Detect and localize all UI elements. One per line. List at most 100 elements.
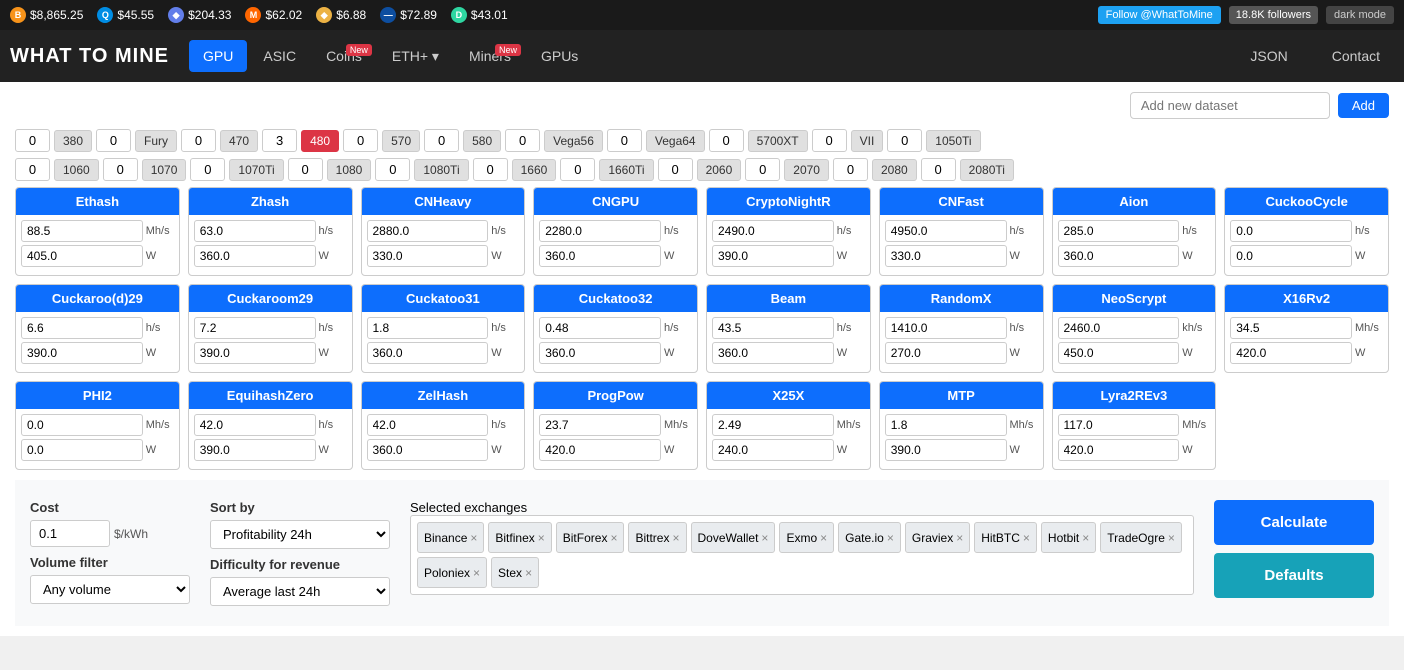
gpu-label[interactable]: 2080Ti	[960, 159, 1014, 181]
gpu-count-input[interactable]	[288, 158, 323, 181]
difficulty-select[interactable]: Average last 24h Current Average last 7d	[210, 577, 390, 606]
gpu-label[interactable]: 480	[301, 130, 339, 152]
algo-header[interactable]: NeoScrypt	[1053, 285, 1216, 312]
algo-header[interactable]: Lyra2REv3	[1053, 382, 1216, 409]
gpu-count-input[interactable]	[709, 129, 744, 152]
exchange-tag-remove[interactable]: ×	[473, 566, 480, 580]
algo-header[interactable]: Cuckaroom29	[189, 285, 352, 312]
exchange-tag-remove[interactable]: ×	[610, 531, 617, 545]
nav-json[interactable]: JSON	[1236, 40, 1301, 72]
algo-header[interactable]: Cuckaroo(d)29	[16, 285, 179, 312]
algo-power-input[interactable]	[194, 439, 316, 461]
gpu-label[interactable]: 1070Ti	[229, 159, 283, 181]
algo-power-input[interactable]	[885, 245, 1007, 267]
algo-hashrate-input[interactable]	[539, 317, 661, 339]
algo-header[interactable]: CNGPU	[534, 188, 697, 215]
exchange-tag-remove[interactable]: ×	[1082, 531, 1089, 545]
gpu-label[interactable]: Vega56	[544, 130, 603, 152]
gpu-count-input[interactable]	[181, 129, 216, 152]
algo-header[interactable]: CryptoNightR	[707, 188, 870, 215]
exchange-tag-remove[interactable]: ×	[887, 531, 894, 545]
gpu-count-input[interactable]	[607, 129, 642, 152]
gpu-label[interactable]: Vega64	[646, 130, 705, 152]
algo-power-input[interactable]	[539, 342, 661, 364]
gpu-label[interactable]: 1050Ti	[926, 130, 980, 152]
nav-gpus[interactable]: GPUs	[527, 40, 592, 72]
exchange-tag-remove[interactable]: ×	[1168, 531, 1175, 545]
algo-power-input[interactable]	[885, 439, 1007, 461]
gpu-label[interactable]: 470	[220, 130, 258, 152]
algo-header[interactable]: PHI2	[16, 382, 179, 409]
algo-header[interactable]: X25X	[707, 382, 870, 409]
gpu-label[interactable]: 1080Ti	[414, 159, 468, 181]
algo-power-input[interactable]	[1058, 439, 1180, 461]
gpu-count-input[interactable]	[15, 129, 50, 152]
gpu-label[interactable]: 380	[54, 130, 92, 152]
algo-power-input[interactable]	[194, 245, 316, 267]
follow-button[interactable]: Follow @WhatToMine	[1098, 6, 1221, 24]
gpu-count-input[interactable]	[343, 129, 378, 152]
algo-header[interactable]: Zhash	[189, 188, 352, 215]
gpu-label[interactable]: 5700XT	[748, 130, 808, 152]
gpu-count-input[interactable]	[745, 158, 780, 181]
algo-hashrate-input[interactable]	[712, 220, 834, 242]
gpu-count-input[interactable]	[887, 129, 922, 152]
algo-power-input[interactable]	[194, 342, 316, 364]
algo-header[interactable]: EquihashZero	[189, 382, 352, 409]
algo-header[interactable]: CuckooCycle	[1225, 188, 1388, 215]
algo-hashrate-input[interactable]	[367, 220, 489, 242]
calculate-button[interactable]: Calculate	[1214, 500, 1374, 545]
algo-header[interactable]: CNHeavy	[362, 188, 525, 215]
algo-hashrate-input[interactable]	[885, 317, 1007, 339]
algo-header[interactable]: MTP	[880, 382, 1043, 409]
algo-hashrate-input[interactable]	[1058, 414, 1180, 436]
algo-hashrate-input[interactable]	[712, 414, 834, 436]
algo-header[interactable]: Beam	[707, 285, 870, 312]
algo-hashrate-input[interactable]	[1230, 220, 1352, 242]
algo-power-input[interactable]	[21, 342, 143, 364]
gpu-count-input[interactable]	[560, 158, 595, 181]
algo-power-input[interactable]	[885, 342, 1007, 364]
gpu-count-input[interactable]	[833, 158, 868, 181]
gpu-count-input[interactable]	[505, 129, 540, 152]
algo-power-input[interactable]	[539, 245, 661, 267]
algo-power-input[interactable]	[1230, 245, 1352, 267]
nav-asic[interactable]: ASIC	[249, 40, 310, 72]
algo-header[interactable]: ZelHash	[362, 382, 525, 409]
gpu-count-input[interactable]	[473, 158, 508, 181]
algo-hashrate-input[interactable]	[1230, 317, 1352, 339]
exchange-tag-remove[interactable]: ×	[1023, 531, 1030, 545]
algo-hashrate-input[interactable]	[194, 414, 316, 436]
algo-header[interactable]: X16Rv2	[1225, 285, 1388, 312]
nav-eth-plus[interactable]: ETH+ ▾	[378, 40, 453, 73]
dataset-input[interactable]	[1130, 92, 1330, 119]
algo-power-input[interactable]	[712, 342, 834, 364]
exchange-tag-remove[interactable]: ×	[761, 531, 768, 545]
algo-hashrate-input[interactable]	[194, 220, 316, 242]
algo-hashrate-input[interactable]	[885, 414, 1007, 436]
gpu-label[interactable]: 580	[463, 130, 501, 152]
algo-header[interactable]: CNFast	[880, 188, 1043, 215]
add-dataset-button[interactable]: Add	[1338, 93, 1389, 118]
nav-gpu[interactable]: GPU	[189, 40, 247, 72]
algo-power-input[interactable]	[1058, 342, 1180, 364]
exchange-tag-remove[interactable]: ×	[470, 531, 477, 545]
gpu-count-input[interactable]	[15, 158, 50, 181]
algo-hashrate-input[interactable]	[1058, 220, 1180, 242]
algo-header[interactable]: Ethash	[16, 188, 179, 215]
algo-hashrate-input[interactable]	[21, 220, 143, 242]
algo-header[interactable]: ProgPow	[534, 382, 697, 409]
algo-hashrate-input[interactable]	[712, 317, 834, 339]
algo-power-input[interactable]	[367, 245, 489, 267]
algo-header[interactable]: Cuckatoo31	[362, 285, 525, 312]
gpu-label[interactable]: 2070	[784, 159, 829, 181]
gpu-label[interactable]: Fury	[135, 130, 177, 152]
gpu-count-input[interactable]	[103, 158, 138, 181]
sort-select[interactable]: Profitability 24h Profitability 72h Reve…	[210, 520, 390, 549]
gpu-count-input[interactable]	[812, 129, 847, 152]
gpu-label[interactable]: 1660	[512, 159, 557, 181]
algo-hashrate-input[interactable]	[367, 317, 489, 339]
algo-hashrate-input[interactable]	[21, 414, 143, 436]
gpu-label[interactable]: VII	[851, 130, 884, 152]
gpu-label[interactable]: 1070	[142, 159, 187, 181]
